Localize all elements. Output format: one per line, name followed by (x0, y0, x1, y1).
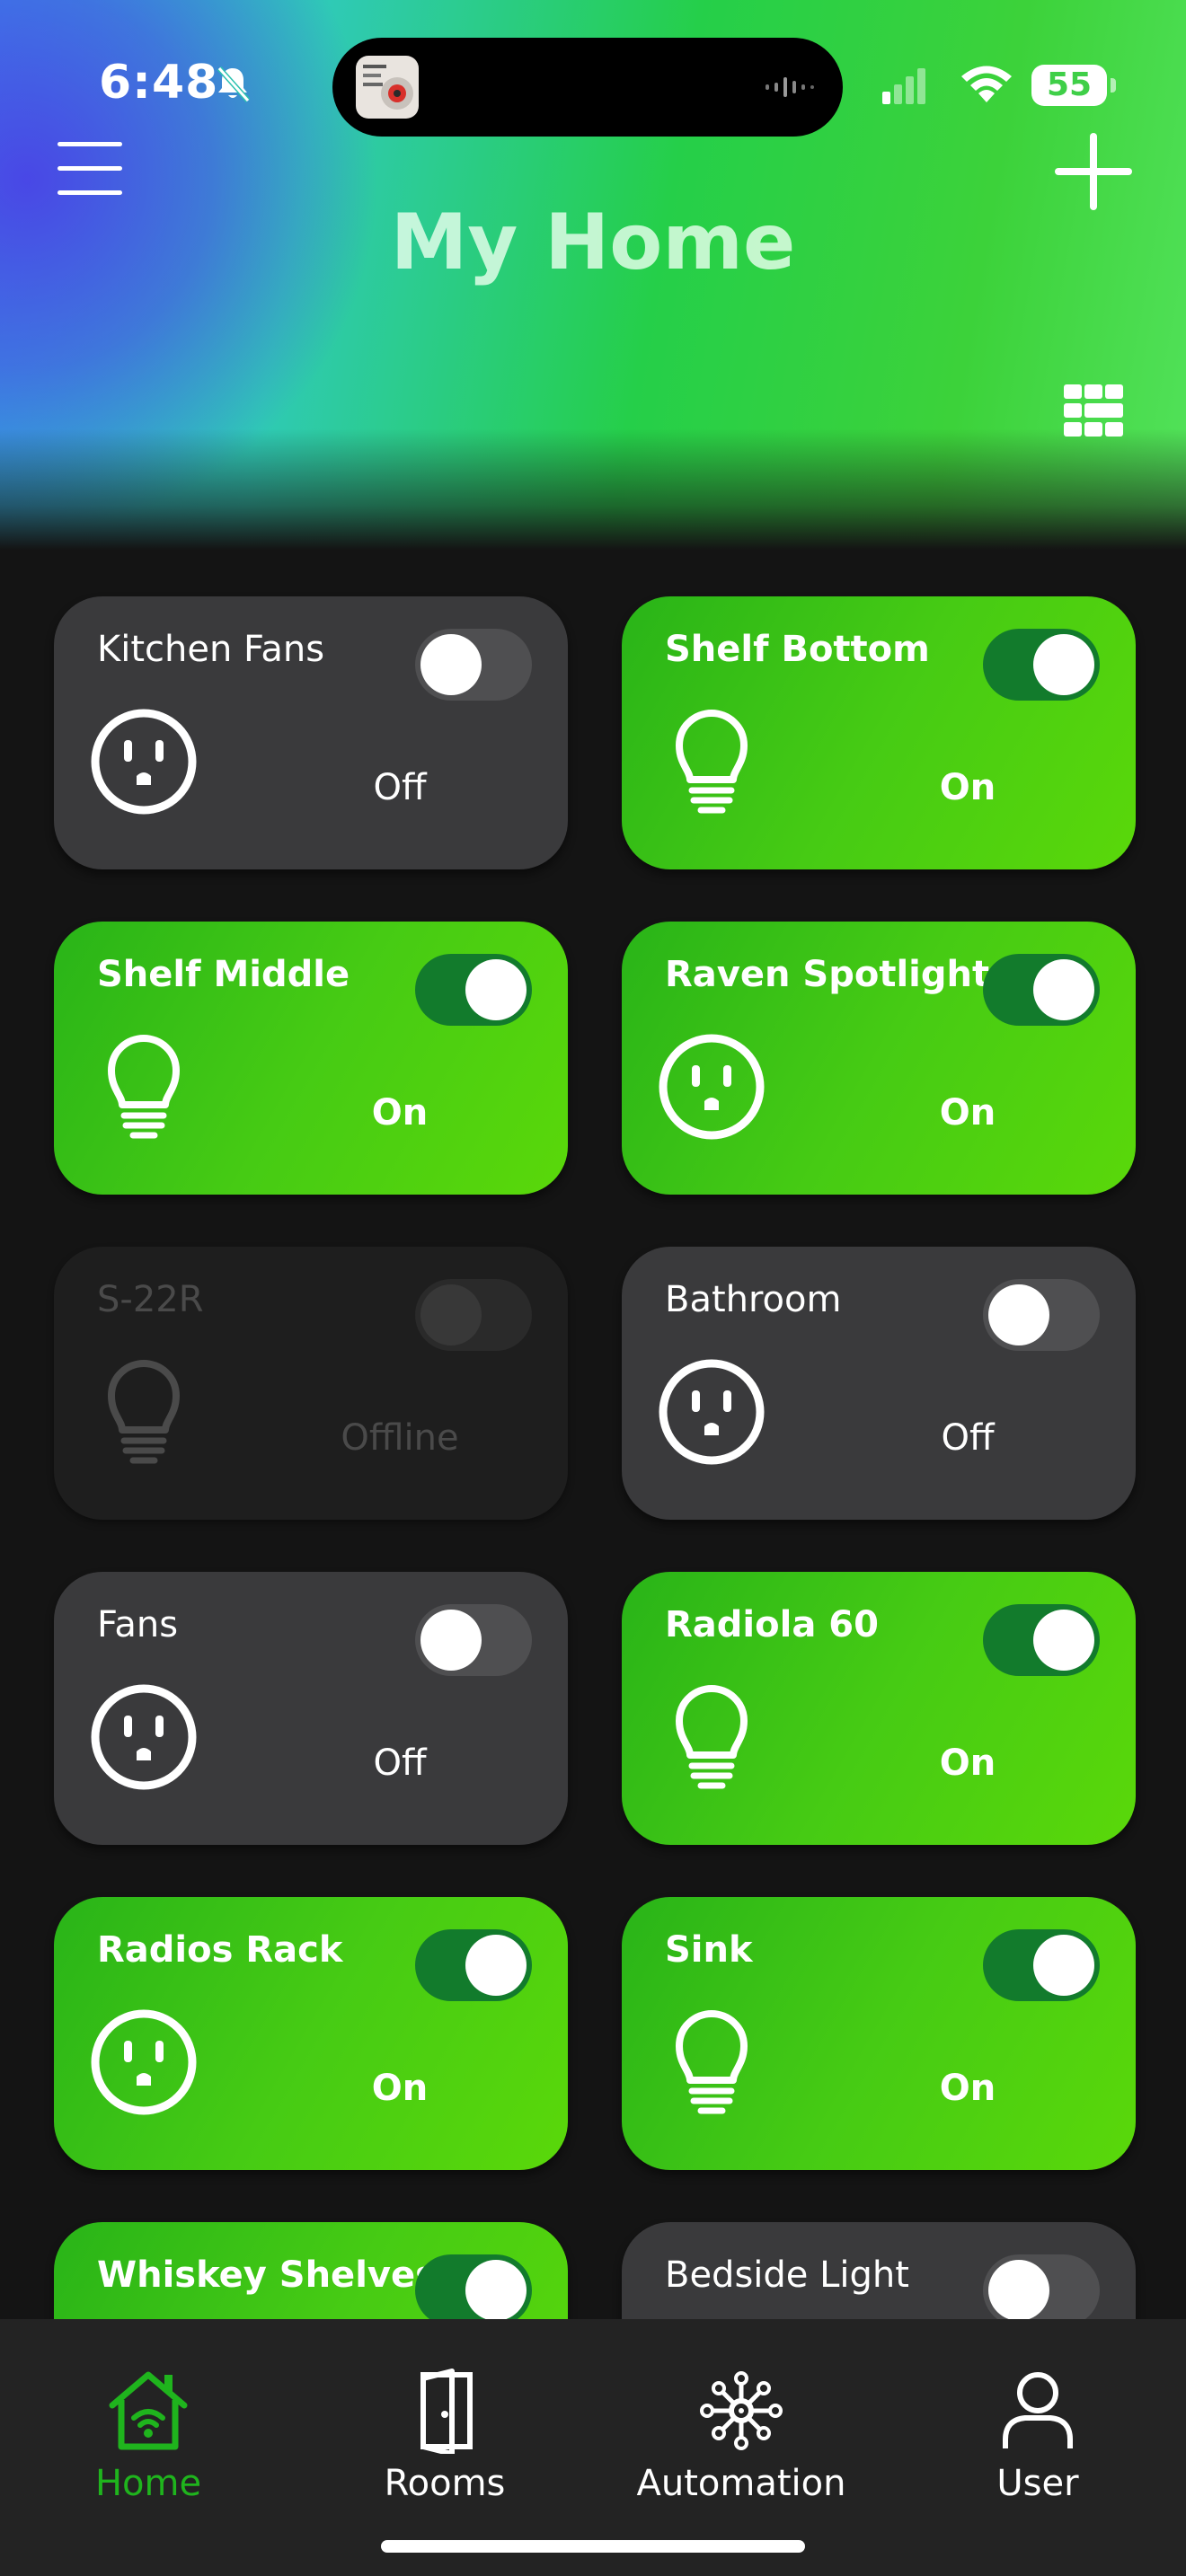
device-card-bathroom[interactable]: Bathroom Off (622, 1247, 1136, 1520)
device-status: On (371, 2068, 429, 2109)
power-toggle[interactable] (983, 1279, 1100, 1351)
tab-label: Automation (636, 2463, 846, 2504)
outlet-icon (86, 2005, 201, 2120)
device-card-kitchen-fans[interactable]: Kitchen Fans Off (54, 596, 568, 869)
menu-icon (58, 142, 122, 146)
device-card-sink[interactable]: Sink On (622, 1897, 1136, 2170)
power-toggle[interactable] (983, 2254, 1100, 2319)
device-name: Bedside Light (665, 2254, 909, 2296)
device-card-radiola-60[interactable]: Radiola 60 On (622, 1572, 1136, 1845)
header: 6:48 55 My Home (0, 0, 1186, 550)
now-playing-app-icon (356, 56, 419, 119)
power-toggle[interactable] (415, 954, 532, 1026)
device-name: Radios Rack (97, 1929, 343, 1971)
device-status: Off (373, 767, 427, 808)
grid-view-icon[interactable] (1064, 384, 1123, 438)
power-toggle[interactable] (415, 1929, 532, 2001)
device-name: Radiola 60 (665, 1604, 879, 1645)
power-toggle[interactable] (415, 2254, 532, 2319)
device-status: On (939, 1092, 996, 1134)
menu-button[interactable] (58, 142, 122, 201)
bell-slash-icon (217, 66, 251, 102)
device-name: Shelf Bottom (665, 629, 930, 670)
bulb-icon (654, 704, 769, 819)
device-card-bedside-light[interactable]: Bedside Light (622, 2222, 1136, 2319)
tab-automation[interactable]: Automation (593, 2319, 890, 2526)
outlet-icon (86, 1680, 201, 1795)
bulb-icon (654, 1680, 769, 1795)
device-status: Off (941, 1417, 995, 1459)
power-toggle[interactable] (983, 954, 1100, 1026)
power-toggle[interactable] (983, 1929, 1100, 2001)
audio-wave-icon (766, 77, 814, 97)
device-card-radios-rack[interactable]: Radios Rack On (54, 1897, 568, 2170)
device-status: On (939, 1742, 996, 1784)
tab-rooms[interactable]: Rooms (296, 2319, 593, 2526)
device-card-whiskey-shelves[interactable]: Whiskey Shelves (54, 2222, 568, 2319)
automation-hub-icon (700, 2371, 783, 2450)
power-toggle (415, 1279, 532, 1351)
device-status: On (939, 767, 996, 808)
tab-user[interactable]: User (890, 2319, 1186, 2526)
device-status: Off (373, 1742, 427, 1784)
outlet-icon (86, 704, 201, 819)
door-icon (420, 2369, 473, 2454)
signal-icon (882, 68, 925, 104)
power-toggle[interactable] (415, 629, 532, 701)
wifi-icon (961, 66, 1012, 102)
tab-label: Rooms (384, 2463, 506, 2504)
device-name: Whiskey Shelves (97, 2254, 437, 2296)
bulb-icon (654, 2005, 769, 2120)
device-card-shelf-bottom[interactable]: Shelf Bottom On (622, 596, 1136, 869)
power-toggle[interactable] (983, 629, 1100, 701)
user-icon (1003, 2372, 1073, 2448)
device-name: Sink (665, 1929, 753, 1971)
device-name: Shelf Middle (97, 954, 350, 995)
tab-home[interactable]: Home (0, 2319, 296, 2526)
battery-indicator: 55 (1031, 65, 1116, 106)
dynamic-island[interactable] (332, 38, 843, 137)
device-grid: Kitchen Fans Off Shelf Bottom On Shelf M… (0, 550, 1186, 2319)
power-toggle[interactable] (415, 1604, 532, 1676)
device-card-s-22r[interactable]: S-22R Offline (54, 1247, 568, 1520)
device-card-raven-spotlight[interactable]: Raven Spotlight On (622, 922, 1136, 1195)
home-indicator[interactable] (381, 2540, 805, 2553)
device-status: On (939, 2068, 996, 2109)
page-title: My Home (390, 198, 796, 287)
device-status: Offline (341, 1417, 459, 1459)
device-name: Kitchen Fans (97, 629, 325, 670)
power-toggle[interactable] (983, 1604, 1100, 1676)
tab-label: User (996, 2463, 1079, 2504)
status-time: 6:48 (99, 56, 219, 110)
device-card-shelf-middle[interactable]: Shelf Middle On (54, 922, 568, 1195)
outlet-icon (654, 1354, 769, 1469)
device-card-fans[interactable]: Fans Off (54, 1572, 568, 1845)
tab-bar: Home Rooms Automation User (0, 2319, 1186, 2576)
home-wifi-icon (109, 2371, 188, 2450)
bulb-icon (86, 1029, 201, 1144)
device-name: Bathroom (665, 1279, 842, 1320)
device-name: S-22R (97, 1279, 204, 1320)
tab-label: Home (94, 2463, 202, 2504)
outlet-icon (654, 1029, 769, 1144)
bulb-icon (86, 1354, 201, 1469)
device-status: On (371, 1092, 429, 1134)
device-name: Raven Spotlight (665, 954, 990, 995)
device-name: Fans (97, 1604, 179, 1645)
